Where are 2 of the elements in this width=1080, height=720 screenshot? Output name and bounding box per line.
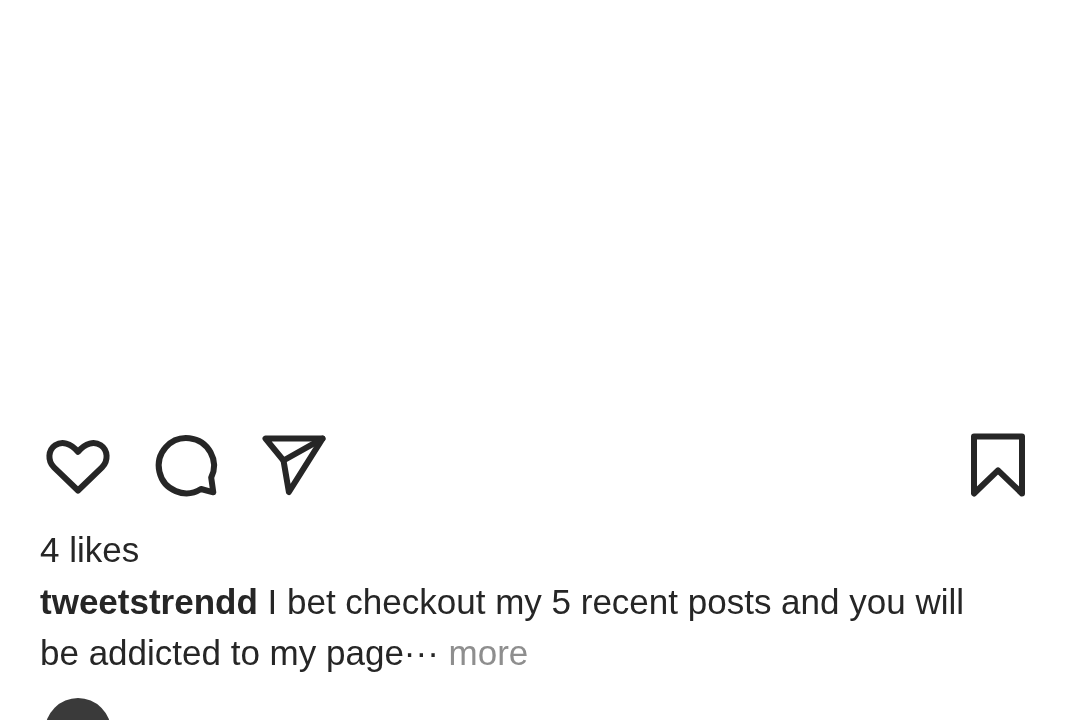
like-count[interactable]: 4 likes: [40, 530, 140, 570]
caption: tweetstrendd I bet checkout my 5 recent posts and you will be addicted to my page··· more: [40, 581, 965, 674]
